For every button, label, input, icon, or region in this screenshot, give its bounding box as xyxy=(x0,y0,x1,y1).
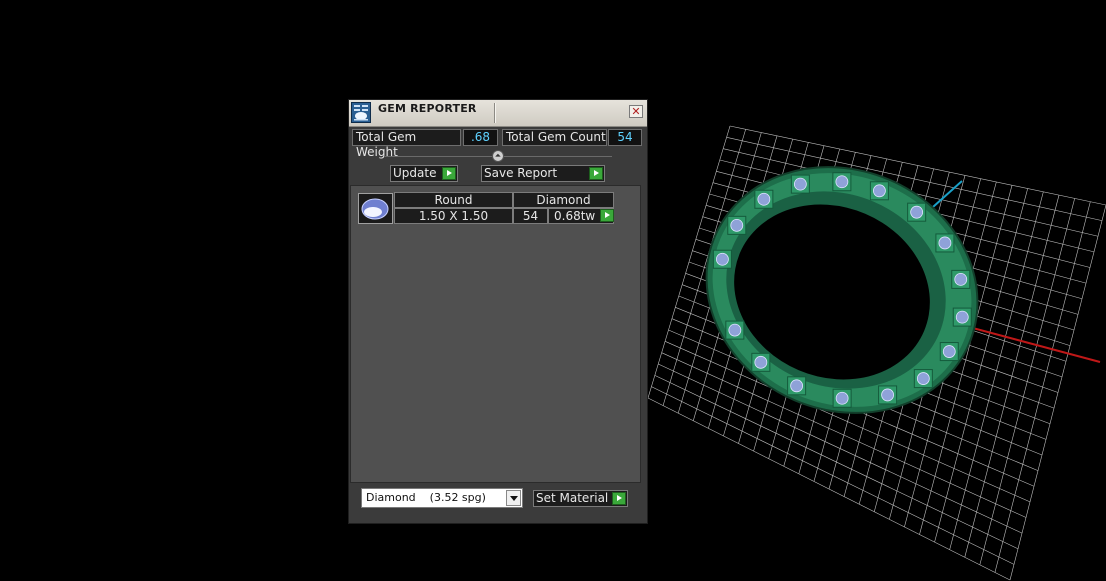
gem-stone xyxy=(835,175,849,189)
play-arrow-icon xyxy=(600,209,614,222)
play-arrow-icon xyxy=(442,167,456,180)
close-icon: ✕ xyxy=(631,105,641,118)
gem-stone xyxy=(728,323,742,337)
panel-title: GEM REPORTER xyxy=(378,102,477,115)
panel-titlebar[interactable]: GEM REPORTER ✕ xyxy=(349,100,647,127)
gem-stone xyxy=(938,236,952,250)
total-gem-count-value: 54 xyxy=(608,129,642,146)
gem-stone xyxy=(873,184,886,198)
gem-stone xyxy=(916,372,930,385)
gem-material-cell: Diamond xyxy=(513,192,614,208)
gem-stone xyxy=(754,355,768,369)
total-gem-count-label: Total Gem Count xyxy=(502,129,607,146)
gem-shape-cell: Round xyxy=(394,192,513,208)
gem-weight-value: 0.68tw xyxy=(554,209,596,223)
gem-list xyxy=(350,185,641,483)
set-material-button[interactable]: Set Material xyxy=(533,490,628,507)
gem-stone xyxy=(757,192,771,206)
collapse-arrow-icon[interactable]: ⏶ xyxy=(492,150,504,162)
save-report-button-label: Save Report xyxy=(484,166,558,180)
gem-stone xyxy=(790,379,804,393)
material-select[interactable]: Diamond (3.52 spg) xyxy=(361,488,523,508)
gem-stone xyxy=(793,177,807,191)
save-report-button[interactable]: Save Report xyxy=(481,165,605,182)
chevron-down-icon[interactable] xyxy=(506,490,521,506)
gem-stone xyxy=(942,345,956,358)
total-gem-weight-label: Total Gem Weight xyxy=(352,129,461,159)
titlebar-divider xyxy=(494,103,496,123)
total-gem-weight-value: .68 xyxy=(463,129,498,146)
material-select-value: Diamond (3.52 spg) xyxy=(366,491,486,504)
gem-reporter-icon xyxy=(351,102,371,123)
gem-stone xyxy=(835,391,849,405)
gem-size-cell: 1.50 X 1.50 xyxy=(394,208,513,224)
gem-thumbnail xyxy=(358,193,393,224)
gem-stone xyxy=(954,272,968,286)
update-button[interactable]: Update xyxy=(390,165,458,182)
play-arrow-icon xyxy=(612,492,626,505)
update-button-label: Update xyxy=(393,166,437,180)
gem-stone xyxy=(881,388,894,402)
gem-stone xyxy=(955,310,969,324)
gem-stone xyxy=(715,252,729,266)
gem-row-select-button[interactable] xyxy=(598,209,614,223)
gem-stone xyxy=(910,205,924,219)
play-arrow-icon xyxy=(589,167,603,180)
set-material-button-label: Set Material xyxy=(536,491,609,505)
gem-count-cell: 54 xyxy=(513,208,548,224)
gem-stone xyxy=(730,218,744,232)
close-button[interactable]: ✕ xyxy=(629,105,643,118)
